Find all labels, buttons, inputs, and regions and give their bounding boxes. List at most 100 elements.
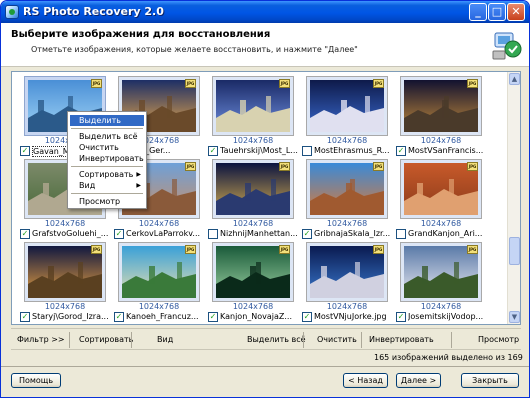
thumbnail-frame[interactable]: JPG — [212, 76, 294, 136]
maximize-button[interactable]: □ — [488, 3, 506, 21]
ctx-item-select-all[interactable]: Выделить всё — [70, 131, 144, 142]
view-button[interactable]: Вид — [157, 335, 173, 344]
ctx-item-select[interactable]: Выделить — [70, 115, 144, 126]
select-checkbox[interactable]: ✓ — [20, 229, 30, 239]
select-checkbox[interactable]: ✓ — [114, 312, 124, 322]
thumbnail-frame[interactable]: JPG — [306, 242, 388, 302]
image-resolution: 1024x768 — [138, 302, 180, 311]
clear-button[interactable]: Очистить — [317, 335, 357, 344]
ctx-item-view[interactable]: Вид ▶ — [70, 180, 144, 191]
toolbar-divider — [361, 332, 362, 348]
image-resolution: 1024x768 — [44, 302, 86, 311]
help-button[interactable]: Помощь — [11, 373, 61, 388]
context-menu: Выделить Выделить всё Очистить Инвертиро… — [67, 111, 147, 209]
recovery-logo-icon — [492, 32, 522, 60]
image-tile[interactable]: JPG 1024x768 MostEhrasmus_R... — [300, 76, 395, 156]
image-tile[interactable]: JPG 1024x768 NizhnijManhettan... — [206, 159, 301, 239]
image-resolution: 1024x768 — [420, 219, 462, 228]
jpg-format-icon: JPG — [279, 79, 290, 88]
image-tile[interactable]: JPG 1024x768 GrandKanjon_Ari... — [394, 159, 489, 239]
select-checkbox[interactable]: ✓ — [396, 312, 406, 322]
app-icon — [5, 5, 19, 19]
image-resolution: 1024x768 — [420, 136, 462, 145]
scroll-up-button[interactable]: ▲ — [509, 73, 520, 85]
ctx-separator — [71, 166, 143, 167]
image-tile[interactable]: JPG 1024x768 ✓ MostVSanFrancis... — [394, 76, 489, 156]
image-tile[interactable]: JPG 1024x768 ✓ Tauehrskij\Most_L... — [206, 76, 301, 156]
file-name: NizhnijManhettan... — [220, 229, 298, 238]
thumbnail-frame[interactable]: JPG — [212, 242, 294, 302]
file-name: Kanjon_NovajaZ... — [220, 312, 293, 321]
select-checkbox[interactable]: ✓ — [208, 312, 218, 322]
image-tile[interactable]: JPG 1024x768 ✓ Kanjon_NovajaZ... — [206, 242, 301, 322]
thumbnail-frame[interactable]: JPG — [306, 76, 388, 136]
image-tile[interactable]: JPG 1024x768 ✓ Staryj\Gorod_Izra... — [18, 242, 113, 322]
ctx-item-clear[interactable]: Очистить — [70, 142, 144, 153]
select-checkbox[interactable]: ✓ — [302, 229, 312, 239]
close-button[interactable]: Закрыть — [461, 373, 519, 388]
image-resolution: 1024x768 — [326, 302, 368, 311]
scroll-down-button[interactable]: ▼ — [509, 311, 520, 323]
thumbnail-frame[interactable]: JPG — [24, 242, 106, 302]
ctx-item-preview[interactable]: Просмотр — [70, 196, 144, 207]
ctx-separator — [71, 128, 143, 129]
scroll-thumb[interactable] — [509, 237, 520, 265]
select-checkbox[interactable] — [208, 229, 218, 239]
thumbnail-frame[interactable]: JPG — [212, 159, 294, 219]
file-name: Tauehrskij\Most_L... — [220, 146, 298, 155]
filter-button[interactable]: Фильтр >> — [17, 335, 65, 344]
thumbnail-frame[interactable]: JPG — [118, 242, 200, 302]
select-checkbox[interactable]: ✓ — [20, 312, 30, 322]
jpg-format-icon: JPG — [91, 79, 102, 88]
jpg-format-icon: JPG — [467, 245, 478, 254]
select-all-button[interactable]: Выделить всё — [247, 335, 306, 344]
jpg-format-icon: JPG — [467, 162, 478, 171]
ctx-item-invert[interactable]: Инвертировать — [70, 153, 144, 164]
jpg-format-icon: JPG — [185, 245, 196, 254]
thumbnail-frame[interactable]: JPG — [400, 242, 482, 302]
image-tile[interactable]: JPG 1024x768 ✓ Kanoeh_Francuz... — [112, 242, 207, 322]
image-resolution: 1024x768 — [232, 136, 274, 145]
file-name: CerkovLaParrokv... — [126, 229, 201, 238]
title-bar[interactable]: RS Photo Recovery 2.0 _ □ ✕ — [1, 1, 529, 23]
file-name: GrandKanjon_Ari... — [408, 229, 483, 238]
toolbar-divider — [131, 332, 132, 348]
close-window-button[interactable]: ✕ — [507, 3, 525, 21]
invert-button[interactable]: Инвертировать — [369, 335, 434, 344]
back-button[interactable]: < Назад — [343, 373, 388, 388]
select-checkbox[interactable]: ✓ — [302, 312, 312, 322]
thumbnail-frame[interactable]: JPG — [306, 159, 388, 219]
image-tile[interactable]: JPG 1024x768 ✓ JosemitskijVodop... — [394, 242, 489, 322]
image-tile[interactable]: JPG 1024x768 ✓ GribnajaSkala_Izr... — [300, 159, 395, 239]
select-checkbox[interactable] — [302, 146, 312, 156]
image-tile[interactable]: JPG 1024x768 ✓ MostVNjuJorke.jpg — [300, 242, 395, 322]
next-button[interactable]: Далее > — [396, 373, 441, 388]
toolbar-divider — [303, 332, 304, 348]
file-name: Kanoeh_Francuz... — [126, 312, 199, 321]
vertical-scrollbar[interactable]: ▲ ▼ — [507, 72, 520, 324]
preview-button[interactable]: Просмотр — [478, 335, 519, 344]
jpg-format-icon: JPG — [91, 245, 102, 254]
select-checkbox[interactable] — [396, 229, 406, 239]
image-resolution: 1024x768 — [326, 219, 368, 228]
jpg-format-icon: JPG — [467, 79, 478, 88]
jpg-format-icon: JPG — [279, 245, 290, 254]
image-resolution: 1024x768 — [138, 219, 180, 228]
file-name: GrafstvoGoluehi_... — [32, 229, 109, 238]
minimize-button[interactable]: _ — [469, 3, 487, 21]
jpg-format-icon: JPG — [373, 162, 384, 171]
select-checkbox[interactable]: ✓ — [114, 229, 124, 239]
file-name: MostVNjuJorke.jpg — [314, 312, 387, 321]
thumbnail-frame[interactable]: JPG — [400, 76, 482, 136]
select-checkbox[interactable]: ✓ — [208, 146, 218, 156]
thumbnail-frame[interactable]: JPG — [400, 159, 482, 219]
ctx-item-sort[interactable]: Сортировать ▶ — [70, 169, 144, 180]
file-name: MostVSanFrancis... — [408, 146, 484, 155]
toolbar-divider — [451, 332, 452, 348]
footer-divider — [1, 366, 529, 367]
page-title: Выберите изображения для восстановления — [11, 29, 271, 40]
select-checkbox[interactable]: ✓ — [20, 146, 30, 156]
select-checkbox[interactable]: ✓ — [396, 146, 406, 156]
file-name: MostEhrasmus_R... — [314, 146, 390, 155]
sort-button[interactable]: Сортировать — [79, 335, 133, 344]
